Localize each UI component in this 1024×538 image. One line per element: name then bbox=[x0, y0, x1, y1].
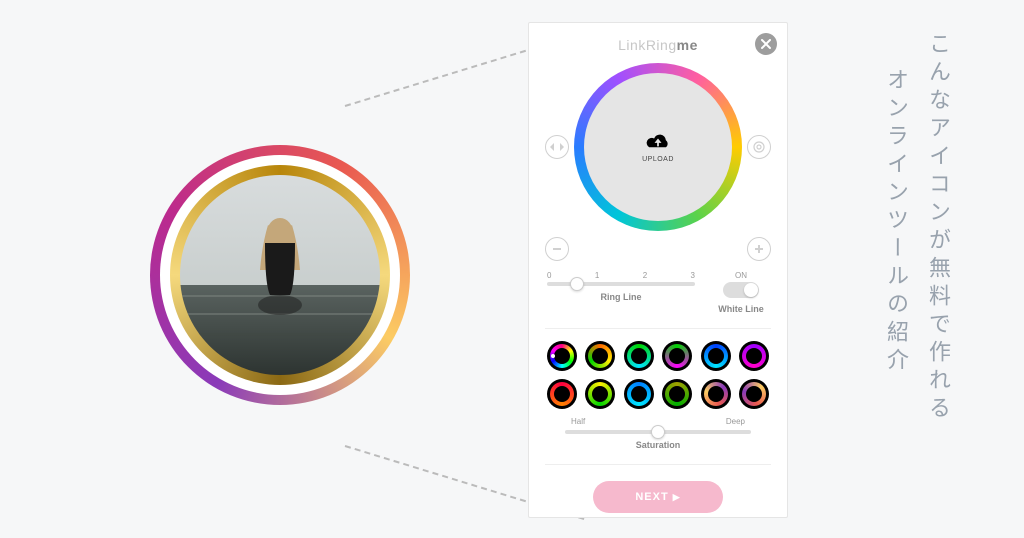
upload-area[interactable]: UPLOAD bbox=[584, 73, 732, 221]
headline-line-2: オンラインツールの紹介 bbox=[880, 68, 912, 376]
ring-line-slider-block: 0 1 2 3 Ring Line bbox=[547, 271, 695, 314]
close-button[interactable] bbox=[755, 33, 777, 55]
flip-horizontal-button[interactable] bbox=[545, 135, 569, 159]
icon-preview bbox=[150, 145, 410, 405]
upload-icon bbox=[644, 132, 672, 152]
swatch-4[interactable] bbox=[662, 341, 692, 371]
photo-placeholder bbox=[180, 175, 380, 375]
ring-line-slider[interactable] bbox=[547, 282, 695, 286]
next-label: NEXT bbox=[635, 491, 668, 503]
target-button[interactable] bbox=[747, 135, 771, 159]
tool-panel: LinkRingme UPLOAD bbox=[528, 22, 788, 518]
swatch-1[interactable] bbox=[547, 341, 577, 371]
white-line-toggle[interactable] bbox=[723, 282, 759, 298]
saturation-right-label: Deep bbox=[726, 417, 745, 426]
swatch-10[interactable] bbox=[662, 379, 692, 409]
zoom-out-button[interactable] bbox=[545, 237, 569, 261]
saturation-left-label: Half bbox=[571, 417, 585, 426]
white-line-block: ON White Line bbox=[713, 271, 769, 314]
play-icon: ▶ bbox=[673, 492, 681, 503]
zoom-row bbox=[545, 237, 771, 261]
saturation-thumb[interactable] bbox=[651, 425, 665, 439]
next-button[interactable]: NEXT ▶ bbox=[593, 481, 723, 513]
swatch-9[interactable] bbox=[624, 379, 654, 409]
target-icon bbox=[753, 141, 765, 153]
swatch-7[interactable] bbox=[547, 379, 577, 409]
tick-2: 2 bbox=[643, 271, 647, 280]
headline-line-1: こんなアイコンが無料で作れる bbox=[922, 32, 954, 424]
upload-ring: UPLOAD bbox=[574, 63, 742, 231]
swatch-row-2 bbox=[547, 379, 769, 409]
swatch-11[interactable] bbox=[701, 379, 731, 409]
zoom-in-button[interactable] bbox=[747, 237, 771, 261]
ring-line-label: Ring Line bbox=[547, 292, 695, 302]
swatch-5[interactable] bbox=[701, 341, 731, 371]
upload-row: UPLOAD bbox=[545, 63, 771, 231]
upload-label: UPLOAD bbox=[642, 156, 674, 163]
minus-icon bbox=[552, 244, 562, 254]
tick-3: 3 bbox=[691, 271, 695, 280]
white-line-label: White Line bbox=[713, 304, 769, 314]
swatch-section: Half Deep Saturation bbox=[545, 329, 771, 465]
ring-line-thumb[interactable] bbox=[570, 277, 584, 291]
swatch-12[interactable] bbox=[739, 379, 769, 409]
swatch-3[interactable] bbox=[624, 341, 654, 371]
plus-icon bbox=[754, 244, 764, 254]
photo-circle bbox=[180, 175, 380, 375]
tick-0: 0 bbox=[547, 271, 551, 280]
saturation-slider[interactable] bbox=[565, 430, 751, 434]
toggle-knob bbox=[744, 283, 758, 297]
sliders-section: 0 1 2 3 Ring Line ON White Line bbox=[545, 261, 771, 329]
swatch-6[interactable] bbox=[739, 341, 769, 371]
flip-horizontal-icon bbox=[550, 142, 564, 152]
swatch-2[interactable] bbox=[585, 341, 615, 371]
white-line-on-label: ON bbox=[713, 271, 769, 280]
swatch-8[interactable] bbox=[585, 379, 615, 409]
logo: LinkRingme bbox=[618, 37, 698, 53]
logo-suffix: me bbox=[677, 37, 698, 53]
ring-line-ticks: 0 1 2 3 bbox=[547, 271, 695, 280]
panel-header: LinkRingme bbox=[545, 37, 771, 53]
tick-1: 1 bbox=[595, 271, 599, 280]
swatch-selected-icon bbox=[551, 354, 555, 358]
saturation-label: Saturation bbox=[547, 440, 769, 450]
logo-prefix: LinkRing bbox=[618, 37, 676, 53]
swatch-row-1 bbox=[547, 341, 769, 371]
close-icon bbox=[761, 39, 771, 49]
